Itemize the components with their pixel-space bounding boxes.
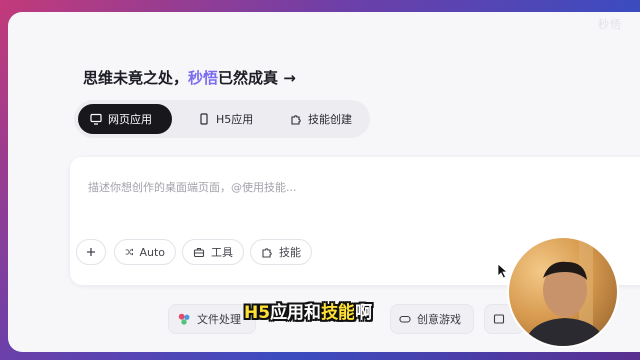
tab-label: 技能创建 <box>308 113 352 126</box>
subtitle-part-1: H5 <box>244 303 271 323</box>
auto-model-button[interactable]: Auto <box>114 239 176 265</box>
page-title: 思维未竟之处，秒悟已然成真 → <box>83 67 296 88</box>
mobile-icon <box>200 113 208 125</box>
headline-suffix: 已然成真 → <box>218 69 296 87</box>
puzzle-icon <box>262 248 272 258</box>
tab-label: 网页应用 <box>108 113 152 126</box>
suggestion-file-processing[interactable]: 文件处理 <box>168 304 256 334</box>
tab-h5-app[interactable]: H5应用 <box>186 104 266 134</box>
tools-button[interactable]: 工具 <box>182 239 244 265</box>
plus-icon <box>87 248 95 256</box>
puzzle-icon <box>291 115 301 125</box>
presenter-silhouette-icon <box>523 238 607 346</box>
chip-label: 工具 <box>211 246 233 259</box>
webcam-overlay <box>507 236 619 348</box>
headline-prefix: 思维未竟之处， <box>83 69 189 87</box>
mode-tabs: 网页应用 H5应用 技能创建 <box>74 100 370 138</box>
subtitle-part-2: 应用和 <box>270 303 322 323</box>
toolbox-icon <box>193 247 205 258</box>
subtitle-part-4: 啊 <box>355 303 373 323</box>
tab-web-app[interactable]: 网页应用 <box>78 104 172 134</box>
subtitle-part-3: 技能 <box>321 303 356 323</box>
card-label: 文件处理 <box>197 313 241 326</box>
shuffle-icon <box>125 248 134 256</box>
skills-button[interactable]: 技能 <box>250 239 312 265</box>
add-button[interactable] <box>76 239 106 265</box>
suggestion-creative-game[interactable]: 创意游戏 <box>390 304 474 334</box>
gamepad-icon <box>399 315 411 323</box>
prompt-input[interactable]: 描述你想创作的桌面端页面，@使用技能... <box>88 179 297 195</box>
tab-skill-create[interactable]: 技能创建 <box>278 104 366 134</box>
chip-label: Auto <box>139 245 165 259</box>
watermark: 秒悟 <box>598 18 622 31</box>
window-icon <box>493 314 505 324</box>
tab-label: H5应用 <box>216 113 254 126</box>
video-subtitle: H5应用和技能啊 <box>244 298 372 323</box>
card-label: 创意游戏 <box>417 313 461 326</box>
app-logo-icon <box>178 313 190 325</box>
headline-accent: 秒悟 <box>188 69 219 87</box>
mouse-cursor-icon <box>497 263 509 279</box>
monitor-icon <box>90 113 102 125</box>
chip-label: 技能 <box>279 246 301 259</box>
